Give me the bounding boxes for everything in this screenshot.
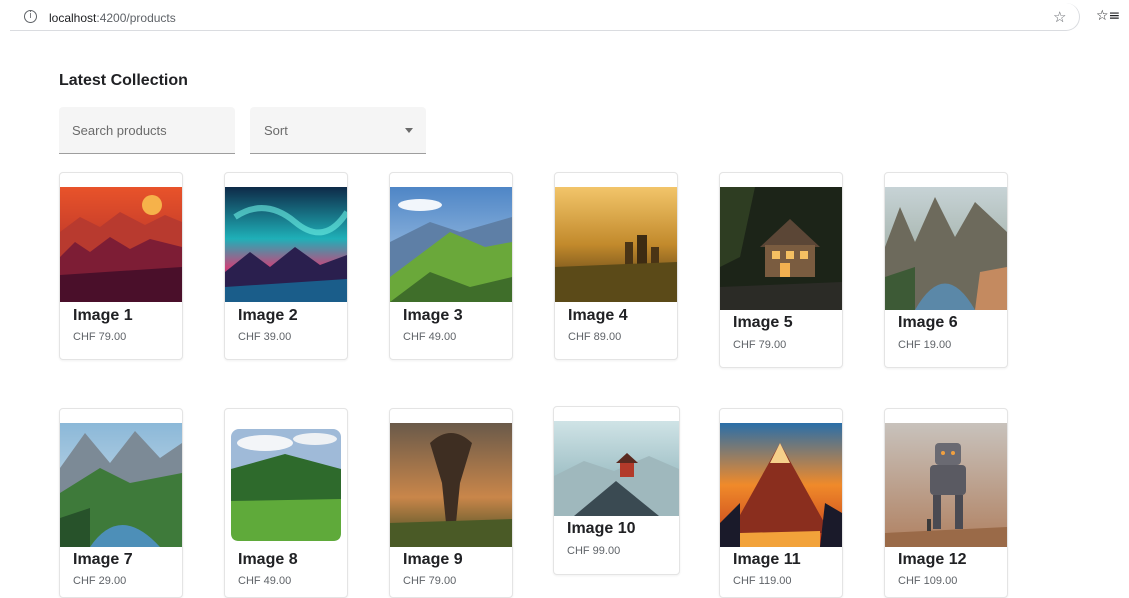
product-title: Image 12 bbox=[898, 551, 967, 568]
product-image bbox=[390, 187, 512, 302]
product-title: Image 7 bbox=[73, 551, 133, 568]
product-price: CHF 29.00 bbox=[73, 575, 127, 587]
product-title: Image 5 bbox=[733, 314, 793, 331]
product-card[interactable]: Image 12 CHF 109.00 bbox=[884, 408, 1008, 598]
product-price: CHF 99.00 bbox=[567, 545, 621, 557]
search-input[interactable] bbox=[59, 107, 235, 153]
product-image bbox=[554, 421, 679, 516]
product-title: Image 4 bbox=[568, 307, 628, 324]
product-image bbox=[390, 423, 512, 547]
product-card[interactable]: Image 7 CHF 29.00 bbox=[59, 408, 183, 598]
product-image bbox=[225, 187, 347, 302]
product-title: Image 1 bbox=[73, 307, 133, 324]
product-image bbox=[885, 187, 1007, 310]
bookmark-star-icon[interactable]: ☆ bbox=[1053, 8, 1066, 26]
product-card[interactable]: Image 9 CHF 79.00 bbox=[389, 408, 513, 598]
product-card[interactable]: Image 1 CHF 79.00 bbox=[59, 172, 183, 360]
product-title: Image 9 bbox=[403, 551, 463, 568]
product-title: Image 3 bbox=[403, 307, 463, 324]
product-image bbox=[720, 423, 842, 547]
product-price: CHF 89.00 bbox=[568, 331, 622, 343]
product-price: CHF 19.00 bbox=[898, 339, 952, 351]
product-image bbox=[60, 423, 182, 547]
product-card[interactable]: Image 5 CHF 79.00 bbox=[719, 172, 843, 368]
url-path: :4200/products bbox=[96, 11, 176, 25]
product-price: CHF 79.00 bbox=[403, 575, 457, 587]
product-card[interactable]: Image 4 CHF 89.00 bbox=[554, 172, 678, 360]
product-image bbox=[885, 423, 1007, 547]
sort-label: Sort bbox=[264, 123, 288, 138]
product-card[interactable]: Image 6 CHF 19.00 bbox=[884, 172, 1008, 368]
product-price: CHF 39.00 bbox=[238, 331, 292, 343]
product-card[interactable]: Image 3 CHF 49.00 bbox=[389, 172, 513, 360]
product-price: CHF 79.00 bbox=[733, 339, 787, 351]
product-image bbox=[231, 429, 341, 541]
product-price: CHF 79.00 bbox=[73, 331, 127, 343]
product-title: Image 6 bbox=[898, 314, 958, 331]
product-card[interactable]: Image 8 CHF 49.00 bbox=[224, 408, 348, 598]
product-title: Image 11 bbox=[733, 551, 801, 568]
product-title: Image 10 bbox=[567, 520, 636, 537]
url-host: localhost bbox=[49, 11, 97, 25]
product-card[interactable]: Image 11 CHF 119.00 bbox=[719, 408, 843, 598]
product-image bbox=[60, 187, 182, 302]
favorites-icon[interactable]: ☆≡ bbox=[1096, 8, 1120, 24]
browser-address-bar: i localhost:4200/products ☆ ☆≡ bbox=[0, 0, 1129, 34]
page-title: Latest Collection bbox=[59, 72, 188, 89]
product-price: CHF 49.00 bbox=[403, 331, 457, 343]
product-title: Image 8 bbox=[238, 551, 298, 568]
search-field[interactable] bbox=[59, 107, 235, 154]
product-price: CHF 109.00 bbox=[898, 575, 958, 587]
product-image bbox=[720, 187, 842, 310]
sort-select[interactable]: Sort bbox=[250, 107, 426, 154]
product-price: CHF 119.00 bbox=[733, 575, 792, 587]
url-text[interactable]: localhost:4200/products bbox=[49, 11, 176, 25]
product-card[interactable]: Image 2 CHF 39.00 bbox=[224, 172, 348, 360]
product-title: Image 2 bbox=[238, 307, 298, 324]
product-card[interactable]: Image 10 CHF 99.00 bbox=[553, 406, 680, 575]
dropdown-arrow-icon bbox=[405, 128, 413, 133]
product-image bbox=[555, 187, 677, 302]
product-price: CHF 49.00 bbox=[238, 575, 292, 587]
info-icon[interactable]: i bbox=[24, 10, 37, 23]
